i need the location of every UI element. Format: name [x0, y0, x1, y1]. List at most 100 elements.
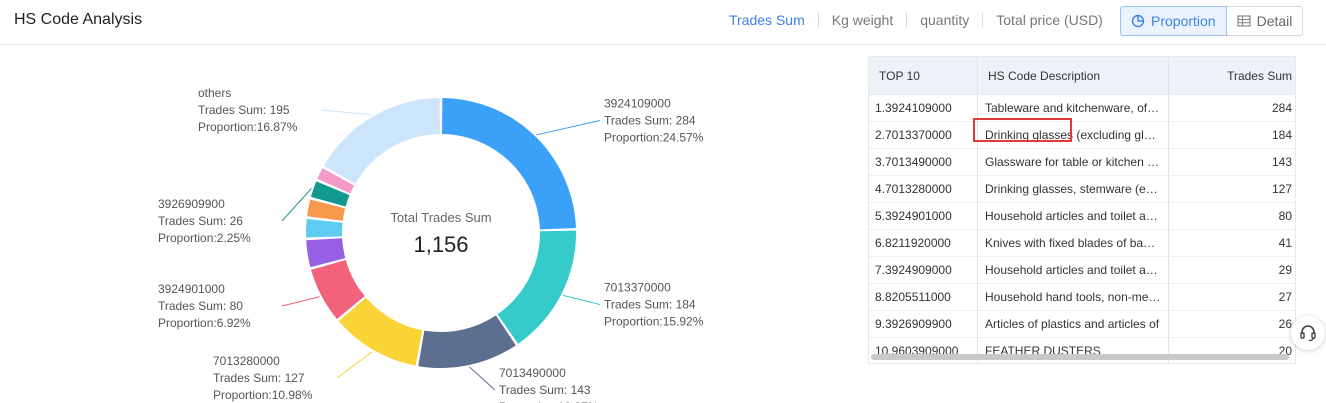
cell-trades-sum: 26 — [1278, 317, 1292, 331]
tab-trades-sum[interactable]: Trades Sum — [716, 12, 818, 28]
description-text: Knives with fixed blades of base metal — [985, 236, 1161, 250]
description-text: Household articles and toilet articles — [985, 209, 1161, 223]
cell-trades-sum: 20 — [1278, 344, 1292, 358]
cell-trades-sum: 80 — [1278, 209, 1292, 223]
cell-top: 5.3924901000 — [869, 203, 978, 229]
page-title: HS Code Analysis — [14, 11, 143, 28]
pie-icon — [1131, 14, 1145, 28]
cell-description: Glassware for table or kitchen purposes — [978, 149, 1169, 175]
cell-description: FEATHER DUSTERS — [978, 338, 1169, 363]
leader-line — [562, 294, 601, 305]
leader-line — [321, 109, 372, 116]
donut-slice[interactable] — [418, 315, 516, 369]
cell-description: Knives with fixed blades of base metal — [978, 230, 1169, 256]
slice-label: Proportion:16.87% — [198, 120, 298, 134]
slice-label: 7013490000 — [499, 366, 566, 380]
leader-line — [281, 296, 320, 307]
slice-label: others — [198, 86, 231, 100]
cell-top: 2.7013370000 — [869, 122, 978, 148]
donut-chart-area: 3924109000 Trades Sum: 284 Proportion:24.5… — [0, 45, 860, 403]
cell-description: Articles of plastics and articles of — [978, 311, 1169, 337]
cell-top: 10.9603909000 — [869, 338, 978, 363]
cell-trades-sum: 41 — [1278, 236, 1292, 250]
cell-trades-sum: 127 — [1271, 182, 1292, 196]
table-row[interactable]: 8.8205511000 Household hand tools, non-me… — [869, 284, 1295, 311]
detail-label: Detail — [1256, 13, 1293, 29]
proportion-label: Proportion — [1151, 13, 1216, 29]
table-row[interactable]: 4.7013280000 Drinking glasses, stemware (… — [869, 176, 1295, 203]
cell-top: 4.7013280000 — [869, 176, 978, 202]
cell-description: Household hand tools, non-mechanical — [978, 284, 1169, 310]
cell-trades-sum: 29 — [1278, 263, 1292, 277]
cell-top: 7.3924909000 — [869, 257, 978, 283]
table-row[interactable]: 5.3924901000 Household articles and toile… — [869, 203, 1295, 230]
table-header: TOP 10 HS Code Description Trades Sum — [869, 57, 1295, 95]
table-row[interactable]: 1.3924109000 Tableware and kitchenware, o… — [869, 95, 1295, 122]
tab-kg-weight[interactable]: Kg weight — [819, 12, 906, 28]
slice-label: Trades Sum: 80 — [158, 299, 243, 313]
horizontal-scrollbar[interactable] — [871, 354, 1289, 360]
description-text: Household hand tools, non-mechanical — [985, 290, 1161, 304]
view-toggle: Proportion Detail — [1120, 6, 1304, 36]
cell-trades-sum: 27 — [1278, 290, 1292, 304]
table-body: 1.3924109000 Tableware and kitchenware, o… — [869, 95, 1295, 363]
detail-button[interactable]: Detail — [1226, 6, 1304, 36]
table-icon — [1236, 15, 1251, 27]
donut-slice[interactable] — [323, 98, 441, 184]
leader-line — [336, 351, 373, 379]
tab-total-price[interactable]: Total price (USD) — [983, 12, 1116, 28]
donut-chart: 3924109000 Trades Sum: 284 Proportion:24.5… — [158, 86, 704, 403]
slice-label: Trades Sum: 184 — [604, 298, 696, 312]
slice-label: Trades Sum: 26 — [158, 214, 243, 228]
header-bar: HS Code Analysis Trades Sum Kg weight qu… — [0, 0, 1326, 45]
table-row[interactable]: 9.3926909900 Articles of plastics and art… — [869, 311, 1295, 338]
slice-label: Trades Sum: 143 — [499, 383, 591, 397]
slice-label: Trades Sum: 127 — [213, 371, 305, 385]
slice-label: Trades Sum: 195 — [198, 103, 290, 117]
slice-label: Proportion:2.25% — [158, 231, 251, 245]
cell-trades-sum: 143 — [1271, 155, 1292, 169]
description-text: Household articles and toilet articles — [985, 263, 1161, 277]
highlight-box — [973, 118, 1072, 142]
proportion-button[interactable]: Proportion — [1120, 6, 1227, 36]
slice-label: 7013280000 — [213, 354, 280, 368]
table-row[interactable]: 10.9603909000 FEATHER DUSTERS 20 — [869, 338, 1295, 363]
cell-trades-sum: 184 — [1271, 128, 1292, 142]
cell-description: Household articles and toilet articles — [978, 203, 1169, 229]
metric-tabs: Trades Sum Kg weight quantity Total pric… — [716, 12, 1116, 28]
description-text: Tableware and kitchenware, of plastics — [985, 101, 1161, 115]
cell-description: Drinking glasses, stemware (excluding — [978, 176, 1169, 202]
cell-top: 1.3924109000 — [869, 95, 978, 121]
leader-line — [281, 188, 312, 222]
tab-quantity[interactable]: quantity — [907, 12, 982, 28]
leader-line — [469, 366, 496, 391]
slice-label: 3924109000 — [604, 96, 671, 110]
slice-label: Proportion:10.98% — [213, 388, 313, 402]
slice-label: Proportion:15.92% — [604, 315, 704, 329]
donut-slice[interactable] — [497, 230, 576, 344]
donut-slice[interactable] — [306, 218, 343, 238]
cell-top: 8.8205511000 — [869, 284, 978, 310]
cell-trades-sum: 284 — [1271, 101, 1292, 115]
slice-label: Proportion:6.92% — [158, 316, 251, 330]
slice-label: Proportion:24.57% — [604, 130, 704, 144]
donut-slice[interactable] — [338, 297, 423, 366]
center-value: 1,156 — [413, 232, 468, 257]
table-row[interactable]: 3.7013490000 Glassware for table or kitch… — [869, 149, 1295, 176]
slice-label: 3924901000 — [158, 282, 225, 296]
header-top10[interactable]: TOP 10 — [869, 57, 978, 94]
header-description[interactable]: HS Code Description — [978, 57, 1169, 94]
table-row[interactable]: 2.7013370000 Drinking glasses (excluding … — [869, 122, 1295, 149]
description-text: Glassware for table or kitchen purposes — [985, 155, 1161, 169]
table-row[interactable]: 6.8211920000 Knives with fixed blades of … — [869, 230, 1295, 257]
cell-description: Household articles and toilet articles — [978, 257, 1169, 283]
cell-top: 9.3926909900 — [869, 311, 978, 337]
leader-line — [536, 119, 601, 136]
slice-label: Trades Sum: 284 — [604, 113, 696, 127]
top10-table: TOP 10 HS Code Description Trades Sum 1.… — [868, 56, 1296, 364]
header-trades-sum[interactable]: Trades Sum — [1169, 57, 1295, 94]
customer-service-button[interactable] — [1291, 316, 1325, 350]
table-row[interactable]: 7.3924909000 Household articles and toile… — [869, 257, 1295, 284]
slice-label: 3926909900 — [158, 197, 225, 211]
description-text: Drinking glasses, stemware (excluding — [985, 182, 1161, 196]
